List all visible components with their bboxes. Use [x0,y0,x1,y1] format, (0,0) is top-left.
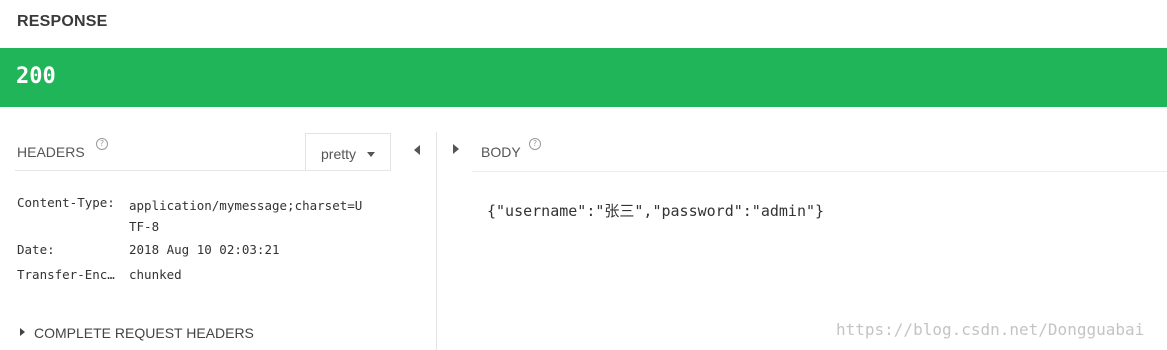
question-circle-icon[interactable]: ? [529,138,541,150]
header-value: chunked [129,267,182,282]
caret-down-icon [367,152,375,157]
caret-right-icon [20,328,25,336]
pane-divider[interactable] [436,132,437,350]
header-value: application/mymessage;charset=U TF-8 [129,198,363,234]
status-bar: 200 [0,48,1167,107]
complete-request-headers-label: COMPLETE REQUEST HEADERS [34,325,254,341]
header-key: Transfer-Enc… [17,267,115,282]
headers-pane: HEADERS ? pretty Content-Type: applicati… [0,107,436,350]
header-key: Content-Type: [17,195,115,210]
status-code: 200 [16,64,56,89]
body-content: {"username":"张三","password":"admin"} [487,202,825,220]
header-value: 2018 Aug 10 02:03:21 [129,242,280,257]
headers-label: HEADERS [17,144,85,160]
format-select-value: pretty [321,146,357,162]
body-label: BODY [481,144,521,160]
watermark: https://blog.csdn.net/Dongguabai [836,320,1145,339]
headers-underline [15,170,391,171]
response-section-title: RESPONSE [17,13,108,30]
collapse-left-icon[interactable] [414,145,420,155]
question-circle-icon[interactable]: ? [96,138,108,150]
expand-right-icon[interactable] [453,144,459,154]
format-select[interactable]: pretty [305,133,391,171]
header-key: Date: [17,242,55,257]
body-underline [472,171,1167,172]
